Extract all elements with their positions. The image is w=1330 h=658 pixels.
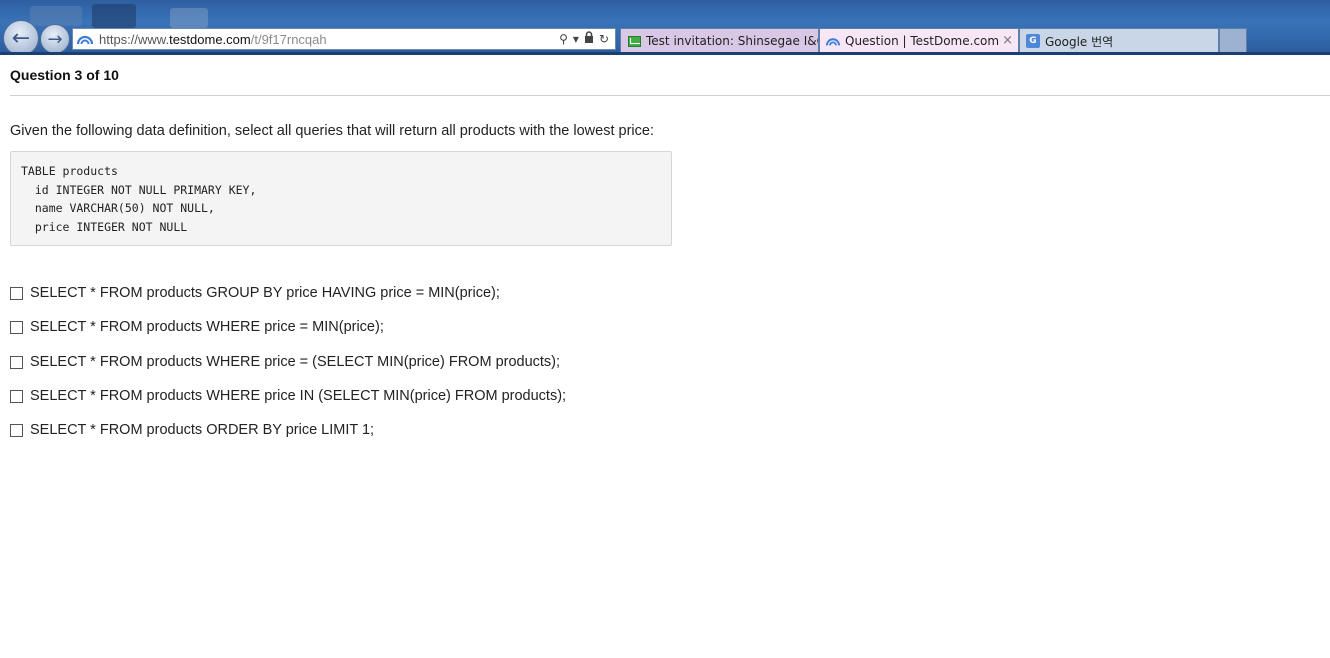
code-line: id INTEGER NOT NULL PRIMARY KEY, (21, 182, 257, 197)
desktop-background-decoration (170, 8, 208, 28)
answer-label: SELECT * FROM products WHERE price = (SE… (30, 354, 561, 370)
url-path: /t/9f17rncqah (250, 31, 327, 47)
question-header: Question 3 of 10 (10, 67, 119, 83)
answer-label: SELECT * FROM products WHERE price = MIN… (30, 319, 384, 335)
tab-question-testdome[interactable]: Question | TestDome.com × (819, 28, 1019, 53)
chevron-down-icon[interactable]: ▾ (573, 32, 579, 46)
testdome-icon (77, 32, 93, 46)
answer-option-3[interactable]: SELECT * FROM products WHERE price = (SE… (10, 354, 560, 370)
code-block: TABLE products id INTEGER NOT NULL PRIMA… (10, 151, 672, 246)
close-icon[interactable]: × (1002, 33, 1013, 48)
answer-checkbox[interactable] (10, 355, 23, 369)
tab-google-translate[interactable]: G Google 번역 (1019, 28, 1219, 53)
address-bar[interactable]: https://www.testdome.com/t/9f17rncqah ⚲ … (72, 28, 616, 50)
url-domain: testdome.com (169, 31, 251, 47)
answer-checkbox[interactable] (10, 389, 23, 403)
answer-option-4[interactable]: SELECT * FROM products WHERE price IN (S… (10, 388, 566, 404)
code-line: name VARCHAR(50) NOT NULL, (21, 201, 215, 216)
answer-label: SELECT * FROM products WHERE price IN (S… (30, 388, 567, 404)
answer-option-2[interactable]: SELECT * FROM products WHERE price = MIN… (10, 319, 384, 335)
forward-button[interactable]: → (40, 24, 70, 54)
answer-label: SELECT * FROM products GROUP BY price HA… (30, 285, 500, 301)
answer-option-1[interactable]: SELECT * FROM products GROUP BY price HA… (10, 285, 500, 301)
answer-option-5[interactable]: SELECT * FROM products ORDER BY price LI… (10, 422, 374, 438)
desktop-background-decoration (92, 4, 136, 28)
back-button[interactable]: ← (3, 20, 39, 55)
tab-label: Test invitation: Shinsegae I&C... (646, 34, 819, 48)
address-bar-actions: ⚲ ▾ ↻ (559, 31, 609, 46)
lock-icon[interactable] (584, 31, 594, 46)
url-scheme: https://www. (99, 31, 170, 47)
answer-checkbox[interactable] (10, 320, 23, 334)
back-arrow-icon: ← (11, 25, 31, 51)
answer-label: SELECT * FROM products ORDER BY price LI… (30, 422, 375, 438)
tab-test-invitation[interactable]: Test invitation: Shinsegae I&C... (620, 28, 819, 53)
code-line: price INTEGER NOT NULL (21, 220, 188, 235)
forward-arrow-icon: → (47, 28, 63, 50)
google-translate-icon: G (1026, 34, 1040, 48)
new-tab-button[interactable] (1219, 28, 1247, 53)
url-text: https://www.testdome.com/t/9f17rncqah (99, 32, 327, 47)
header-divider (10, 95, 1330, 96)
desktop-background-decoration (30, 6, 82, 26)
refresh-icon[interactable]: ↻ (599, 32, 609, 46)
tab-label: Google 번역 (1045, 34, 1114, 49)
mail-icon (627, 34, 641, 48)
tab-label: Question | TestDome.com (845, 34, 1000, 48)
answer-checkbox[interactable] (10, 286, 23, 300)
search-icon[interactable]: ⚲ (559, 32, 568, 46)
page-content: Question 3 of 10 Given the following dat… (0, 55, 1330, 658)
answer-checkbox[interactable] (10, 423, 23, 437)
question-text: Given the following data definition, sel… (10, 123, 654, 139)
testdome-icon (826, 34, 840, 48)
browser-chrome: ← → https://www.testdome.com/t/9f17rncqa… (0, 0, 1330, 55)
code-line: TABLE products (21, 164, 118, 178)
